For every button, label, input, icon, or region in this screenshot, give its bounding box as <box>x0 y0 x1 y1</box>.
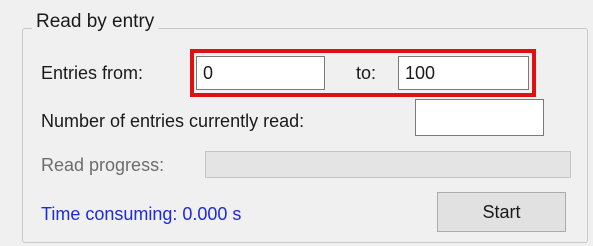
entries-read-count-field[interactable] <box>415 99 544 136</box>
entries-read-label: Number of entries currently read: <box>41 111 305 131</box>
read-progress-bar <box>205 151 571 178</box>
time-consuming-text: Time consuming: 0.000 s <box>41 204 242 224</box>
read-progress-label: Read progress: <box>41 155 165 175</box>
start-button[interactable]: Start <box>437 192 566 232</box>
group-title: Read by entry <box>32 10 159 34</box>
range-highlight-box <box>190 49 536 97</box>
entries-from-label: Entries from: <box>41 63 144 83</box>
